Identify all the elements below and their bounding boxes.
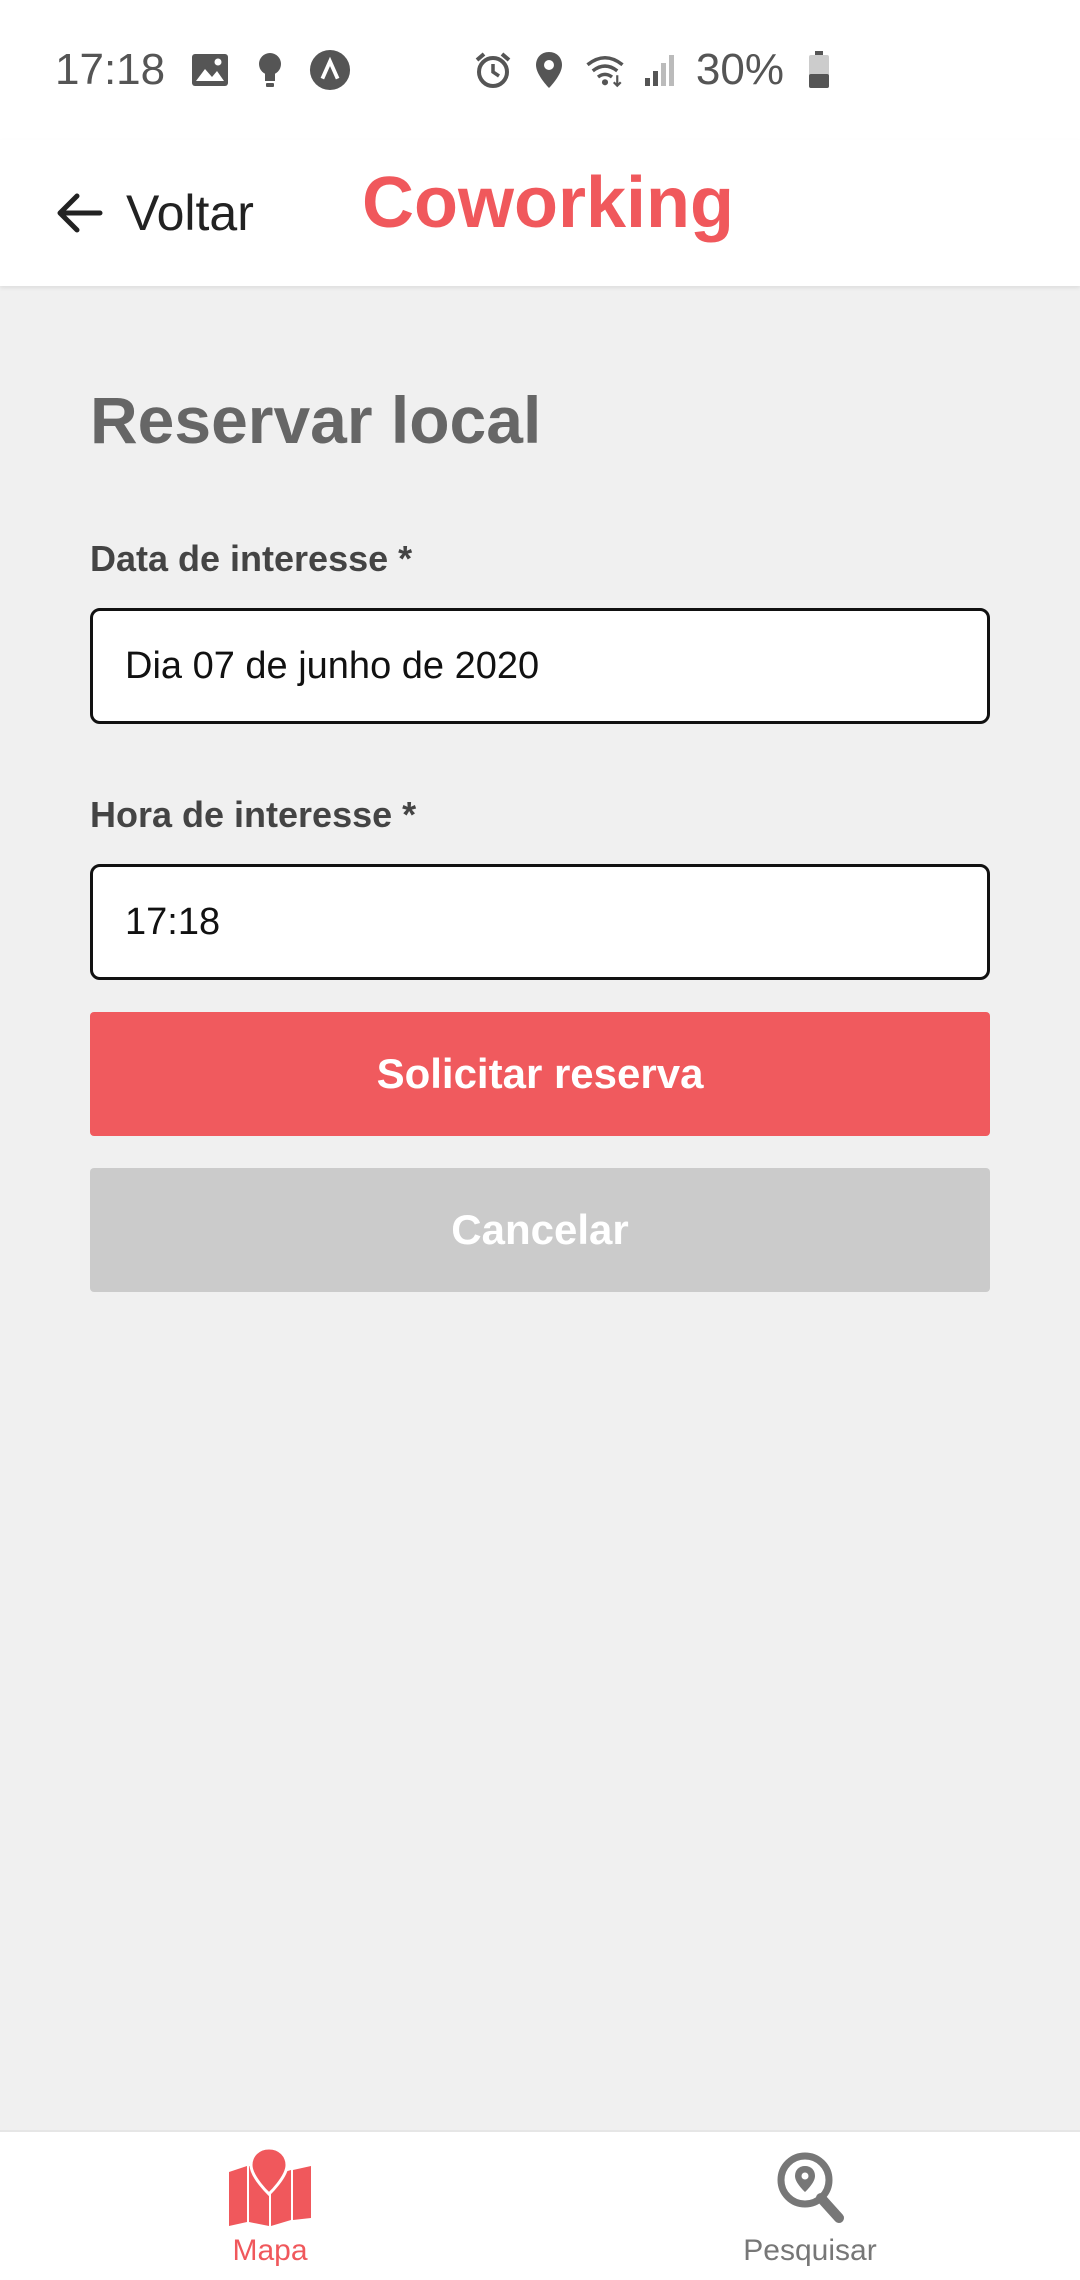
battery-icon	[798, 49, 840, 91]
bottom-nav: Mapa Pesquisar	[0, 2130, 1080, 2280]
signal-icon	[640, 49, 682, 91]
reservation-form: Reservar local Data de interesse * Dia 0…	[90, 286, 990, 1292]
wifi-icon	[584, 49, 626, 91]
nav-label-pesquisar: Pesquisar	[743, 2234, 877, 2267]
battery-percent: 30%	[695, 45, 784, 94]
status-left-icons	[189, 49, 351, 91]
nav-item-pesquisar[interactable]: Pesquisar	[540, 2132, 1080, 2280]
request-reservation-button[interactable]: Solicitar reserva	[90, 1012, 990, 1136]
time-label: Hora de interesse *	[90, 794, 417, 835]
screen: 17:18 30% Voltar Coworking Reservar loca…	[0, 0, 1080, 2280]
nav-label-mapa: Mapa	[232, 2234, 308, 2267]
location-icon	[528, 49, 570, 91]
map-pin-icon	[229, 2146, 311, 2226]
alarm-icon	[472, 49, 514, 91]
back-button[interactable]: Voltar	[52, 184, 254, 242]
nav-item-mapa[interactable]: Mapa	[0, 2132, 540, 2280]
app-title: Coworking	[362, 163, 734, 243]
date-label: Data de interesse *	[90, 538, 413, 579]
cancel-button[interactable]: Cancelar	[90, 1168, 990, 1292]
app-header: Voltar Coworking	[0, 140, 1080, 286]
back-label: Voltar	[126, 185, 254, 241]
status-bar: 17:18 30%	[0, 0, 1080, 140]
date-field[interactable]: Dia 07 de junho de 2020	[90, 608, 990, 724]
status-time: 17:18	[55, 45, 166, 94]
app-icon	[309, 49, 351, 91]
time-field[interactable]: 17:18	[90, 864, 990, 980]
image-icon	[189, 49, 231, 91]
search-location-icon	[777, 2152, 844, 2223]
page-title: Reservar local	[90, 383, 542, 457]
status-right-icons: 30%	[472, 45, 840, 95]
arrow-left-icon	[57, 193, 103, 233]
bulb-icon	[249, 49, 291, 91]
